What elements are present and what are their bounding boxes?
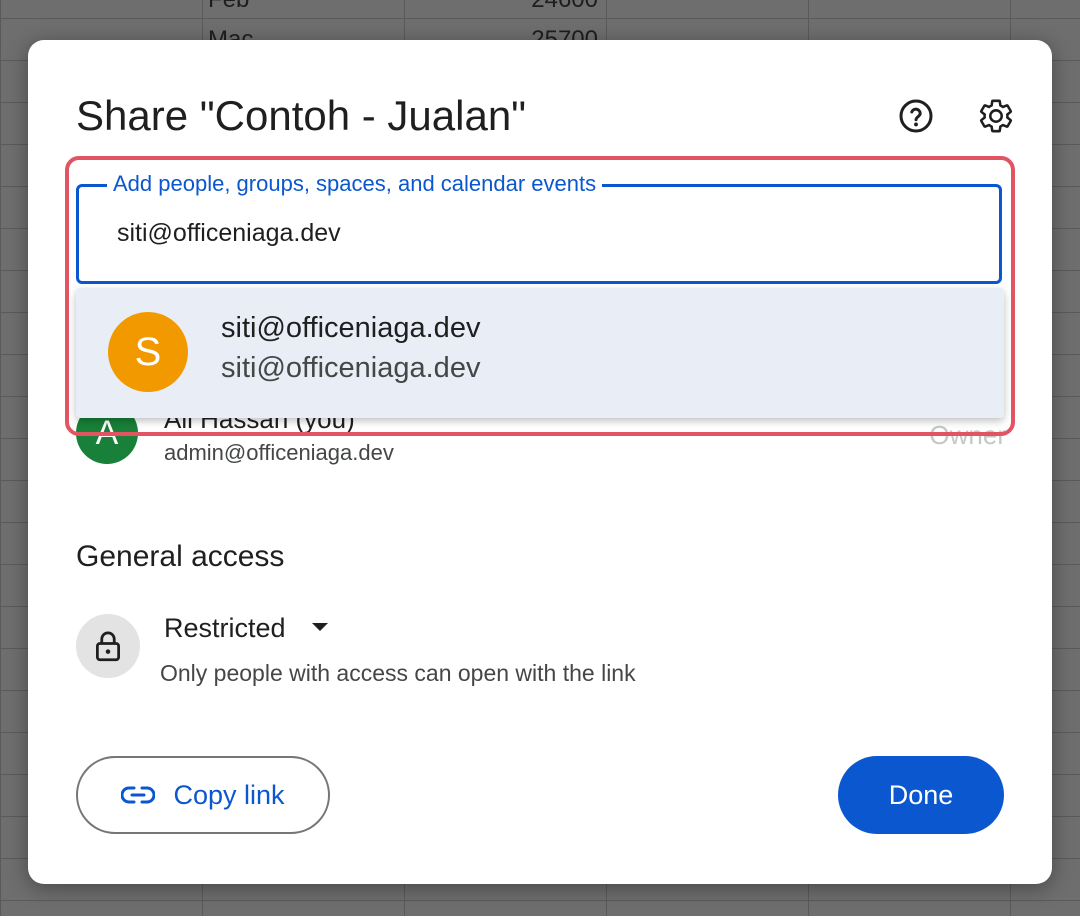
share-input-value[interactable]: siti@officeniaga.dev (117, 219, 341, 248)
contact-suggestion[interactable]: S siti@officeniaga.dev siti@officeniaga.… (76, 288, 1004, 418)
settings-button[interactable] (976, 96, 1016, 136)
suggestion-secondary-text: siti@officeniaga.dev (221, 352, 481, 384)
lock-icon (96, 631, 120, 662)
help-button[interactable] (896, 96, 936, 136)
sheet-cell-value: 24600 (480, 0, 598, 14)
general-access-select[interactable]: Restricted (164, 610, 328, 646)
share-input-label: Add people, groups, spaces, and calendar… (107, 171, 603, 197)
general-access-value: Restricted (164, 612, 286, 643)
done-label: Done (888, 779, 954, 810)
help-circle-icon (899, 99, 933, 133)
general-access-description: Only people with access can open with th… (160, 660, 636, 686)
done-button[interactable]: Done (838, 756, 1004, 834)
person-role: Owner (929, 420, 1006, 450)
dropdown-arrow-icon (311, 623, 328, 631)
suggestion-primary-text: siti@officeniaga.dev (221, 312, 481, 344)
lock-badge (76, 614, 140, 678)
copy-link-label: Copy link (173, 779, 285, 810)
general-access-heading: General access (76, 540, 285, 573)
avatar: S (108, 312, 188, 392)
share-input-field[interactable]: Add people, groups, spaces, and calendar… (76, 171, 1002, 284)
link-icon (121, 786, 156, 804)
dialog-title: Share "Contoh - Jualan" (76, 92, 527, 139)
gear-icon (979, 99, 1013, 133)
person-email: admin@officeniaga.dev (164, 440, 394, 465)
copy-link-button[interactable]: Copy link (76, 756, 330, 834)
sheet-cell-month: Feb (208, 0, 249, 14)
share-dialog: Share "Contoh - Jualan" A Ali Hassan (yo… (28, 40, 1052, 884)
